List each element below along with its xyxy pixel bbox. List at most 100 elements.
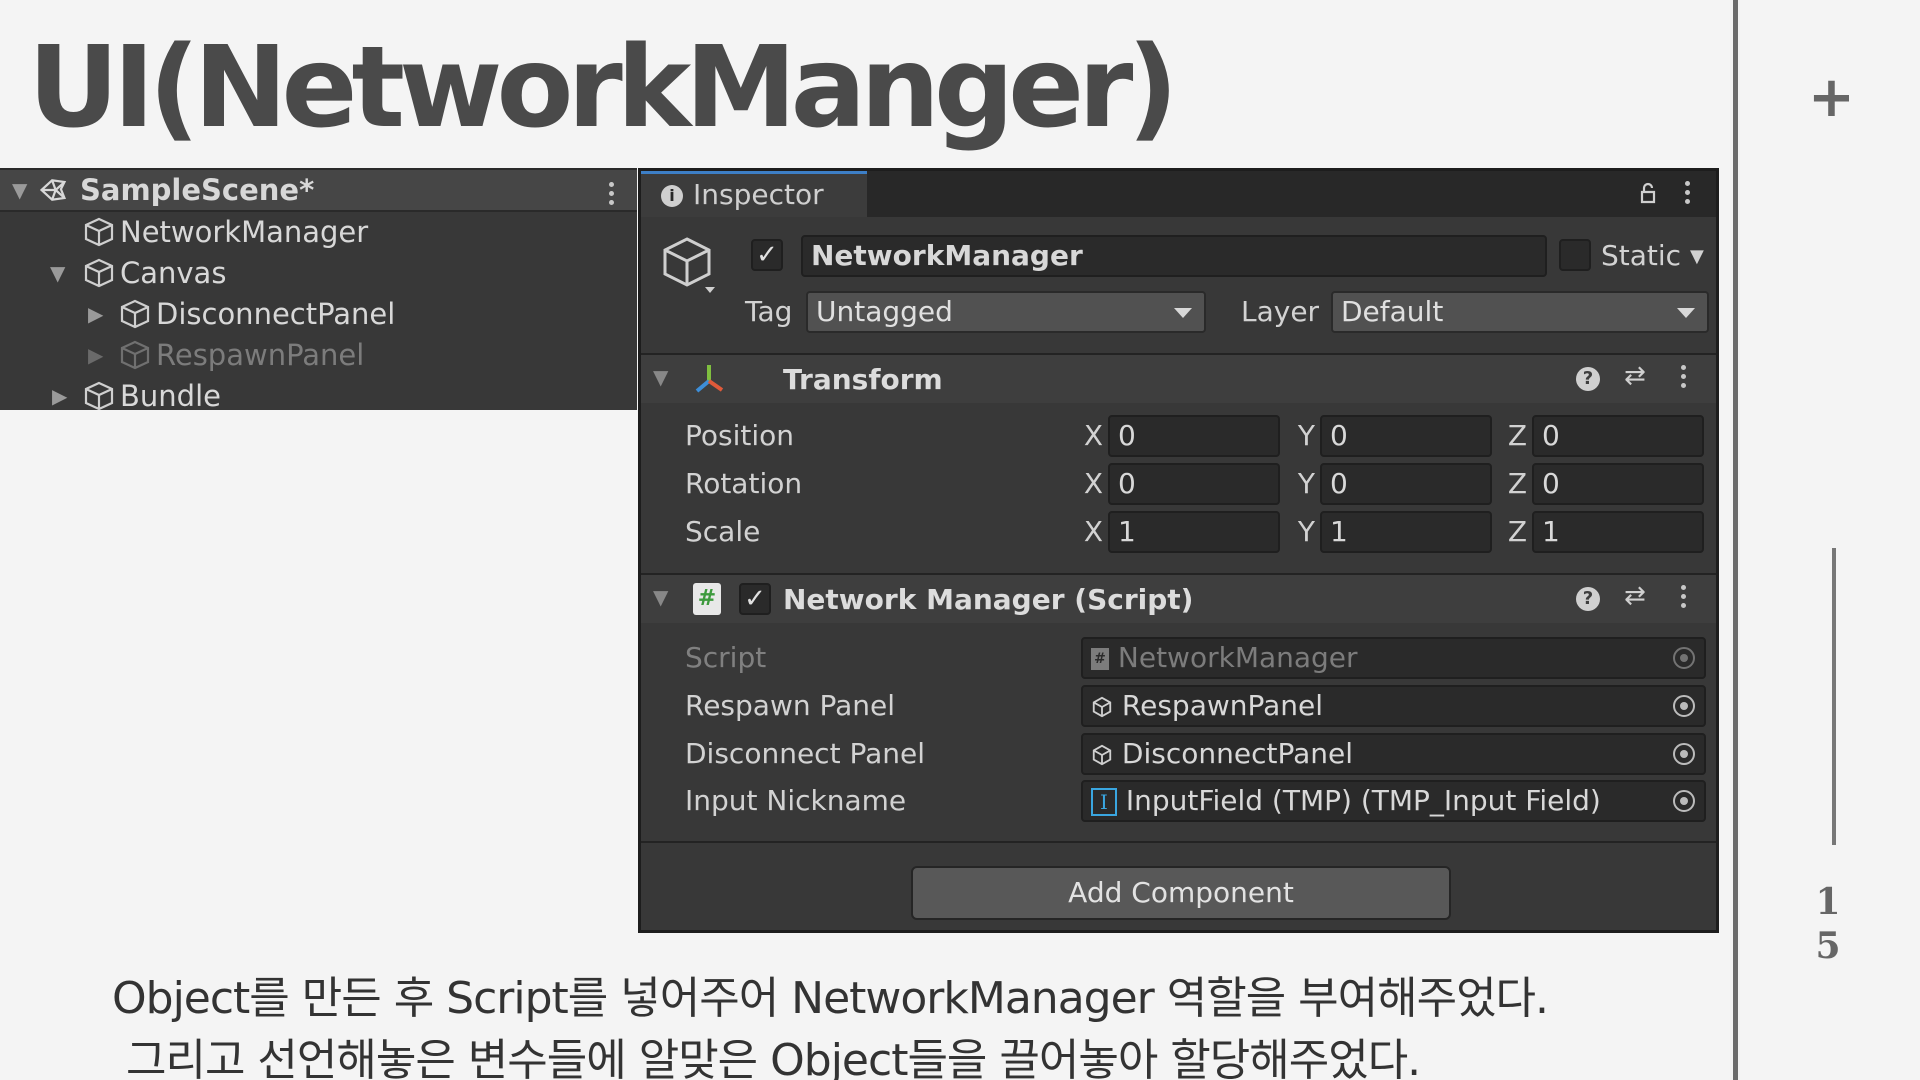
- hierarchy-item-label: Canvas: [120, 256, 227, 290]
- row-label: Rotation: [685, 467, 803, 500]
- row-label: Position: [685, 419, 795, 452]
- hierarchy-item-bundle[interactable]: ▶ Bundle: [52, 376, 221, 410]
- active-checkbox[interactable]: ✓: [751, 239, 783, 271]
- rotation-z-field[interactable]: 0: [1532, 463, 1704, 505]
- static-label: Static: [1601, 239, 1682, 272]
- respawn-panel-field[interactable]: RespawnPanel: [1081, 685, 1706, 727]
- info-icon: i: [661, 185, 683, 207]
- layer-value: Default: [1341, 295, 1444, 328]
- object-picker-icon[interactable]: [1673, 743, 1695, 765]
- row-label: Disconnect Panel: [685, 737, 925, 770]
- expand-arrow-icon[interactable]: ▶: [88, 294, 118, 334]
- axis-x-label[interactable]: X: [1081, 467, 1103, 500]
- axis-x-label[interactable]: X: [1081, 419, 1103, 452]
- axis-x-label[interactable]: X: [1081, 515, 1103, 548]
- axis-y-label[interactable]: Y: [1293, 467, 1315, 500]
- layer-label: Layer: [1241, 295, 1320, 328]
- hierarchy-menu-icon[interactable]: [609, 182, 615, 209]
- dropdown-arrow-icon: [1677, 308, 1695, 318]
- hierarchy-item-networkmanager[interactable]: NetworkManager: [82, 212, 368, 252]
- transform-title: Transform: [783, 363, 943, 396]
- rotation-x-field[interactable]: 0: [1108, 463, 1280, 505]
- tag-dropdown[interactable]: Untagged: [806, 291, 1206, 333]
- rotation-y-field[interactable]: 0: [1320, 463, 1492, 505]
- expand-arrow-icon[interactable]: ▼: [50, 253, 82, 293]
- expand-arrow-icon[interactable]: ▶: [88, 335, 118, 375]
- position-z-field[interactable]: 0: [1532, 415, 1704, 457]
- axis-z-label[interactable]: Z: [1505, 467, 1527, 500]
- collapse-arrow-icon[interactable]: ▼: [653, 365, 668, 389]
- right-divider: [1733, 0, 1738, 1080]
- script-reference-field: # NetworkManager: [1081, 637, 1706, 679]
- help-icon[interactable]: ?: [1576, 367, 1600, 391]
- tag-label: Tag: [745, 295, 793, 328]
- plus-icon: +: [1808, 65, 1855, 130]
- caption-line-2: 그리고 선언해놓은 변수들에 알맞은 Object들을 끌어놓아 할당해주었다.: [126, 1035, 1421, 1080]
- axis-z-label[interactable]: Z: [1505, 515, 1527, 548]
- position-y-field[interactable]: 0: [1320, 415, 1492, 457]
- presets-icon[interactable]: ⇄: [1624, 581, 1646, 611]
- gameobject-icon: [84, 381, 114, 410]
- caption-line-1: Object를 만든 후 Script를 넣어주어 NetworkManager…: [112, 973, 1549, 1024]
- gameobject-icon: [1092, 696, 1112, 718]
- hierarchy-item-respawnpanel[interactable]: ▶ RespawnPanel: [88, 335, 364, 375]
- position-x-field[interactable]: 0: [1108, 415, 1280, 457]
- axis-y-label[interactable]: Y: [1293, 419, 1315, 452]
- row-label: Scale: [685, 515, 761, 548]
- expand-arrow-icon[interactable]: ▶: [52, 376, 82, 410]
- component-menu-icon[interactable]: [1681, 365, 1687, 392]
- collapse-arrow-icon[interactable]: ▼: [12, 170, 36, 210]
- script-icon: #: [693, 583, 721, 615]
- page-number-bottom: 5: [1815, 925, 1841, 967]
- hierarchy-scene-header[interactable]: ▼ SampleScene*: [0, 168, 637, 212]
- object-name-field[interactable]: NetworkManager: [801, 235, 1547, 277]
- inspector-menu-icon[interactable]: [1685, 181, 1691, 208]
- gameobject-icon: [84, 258, 114, 288]
- axis-z-label[interactable]: Z: [1505, 419, 1527, 452]
- scale-y-field[interactable]: 1: [1320, 511, 1492, 553]
- transform-header[interactable]: ▼ Transform ? ⇄: [641, 353, 1716, 403]
- vertical-accent-line: [1832, 548, 1836, 845]
- static-checkbox[interactable]: [1559, 239, 1591, 271]
- page-number-top: 1: [1815, 881, 1841, 923]
- object-picker-icon: [1673, 647, 1695, 669]
- hierarchy-item-label: DisconnectPanel: [156, 297, 396, 331]
- hierarchy-panel: ▼ SampleScene* NetworkManager ▼ Canvas ▶…: [0, 168, 637, 410]
- component-menu-icon[interactable]: [1681, 585, 1687, 612]
- presets-icon[interactable]: ⇄: [1624, 361, 1646, 391]
- row-label: Input Nickname: [685, 784, 907, 817]
- gameobject-icon: [120, 340, 150, 370]
- section-divider: [641, 841, 1716, 843]
- transform-icon: [695, 365, 724, 393]
- input-field-icon: I: [1091, 788, 1117, 816]
- script-component-header[interactable]: ▼ # ✓ Network Manager (Script) ? ⇄: [641, 573, 1716, 623]
- object-picker-icon[interactable]: [1673, 790, 1695, 812]
- gameobject-large-icon[interactable]: [657, 233, 717, 293]
- lock-icon[interactable]: [1636, 181, 1660, 205]
- script-component-title: Network Manager (Script): [783, 583, 1194, 616]
- input-nickname-field[interactable]: I InputField (TMP) (TMP_Input Field): [1081, 780, 1706, 822]
- static-dropdown[interactable]: Static ▼: [1601, 237, 1704, 276]
- collapse-arrow-icon[interactable]: ▼: [653, 585, 668, 609]
- page-number: 1 5: [1808, 880, 1848, 968]
- add-component-button[interactable]: Add Component: [911, 866, 1451, 920]
- tab-inspector[interactable]: i Inspector: [641, 171, 867, 217]
- scene-name: SampleScene*: [80, 173, 315, 207]
- field-value: RespawnPanel: [1121, 689, 1324, 722]
- scale-x-field[interactable]: 1: [1108, 511, 1280, 553]
- layer-dropdown[interactable]: Default: [1331, 291, 1709, 333]
- gameobject-icon: [1092, 744, 1112, 766]
- scale-z-field[interactable]: 1: [1532, 511, 1704, 553]
- disconnect-panel-field[interactable]: DisconnectPanel: [1081, 733, 1706, 775]
- slide-title: UI(NetworkManger): [28, 23, 1178, 153]
- object-picker-icon[interactable]: [1673, 695, 1695, 717]
- tab-label: Inspector: [693, 178, 824, 211]
- hierarchy-item-disconnectpanel[interactable]: ▶ DisconnectPanel: [88, 294, 395, 334]
- script-enabled-checkbox[interactable]: ✓: [739, 583, 771, 615]
- hierarchy-item-canvas[interactable]: ▼ Canvas: [50, 253, 226, 293]
- script-icon: #: [1091, 648, 1109, 670]
- help-icon[interactable]: ?: [1576, 587, 1600, 611]
- row-label: Respawn Panel: [685, 689, 896, 722]
- field-value: DisconnectPanel: [1121, 737, 1353, 770]
- axis-y-label[interactable]: Y: [1293, 515, 1315, 548]
